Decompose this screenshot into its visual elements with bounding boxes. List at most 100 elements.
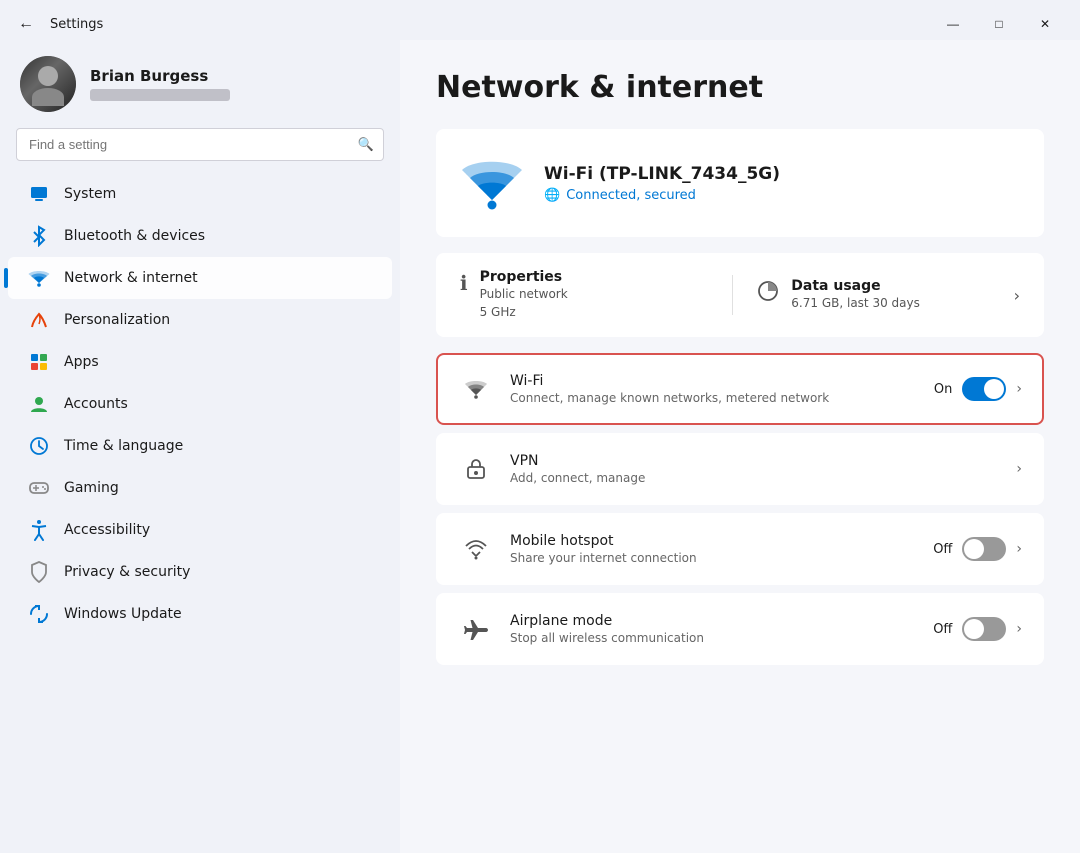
- vpn-chevron: ›: [1016, 461, 1022, 477]
- properties-line1: Public network: [480, 285, 568, 303]
- vpn-setting-description: Add, connect, manage: [510, 471, 1000, 485]
- wifi-hero-card: Wi-Fi (TP-LINK_7434_5G) 🌐 Connected, sec…: [436, 129, 1044, 237]
- accounts-icon: [28, 393, 50, 415]
- user-name: Brian Burgess: [90, 67, 230, 85]
- airplane-setting-description: Stop all wireless communication: [510, 631, 917, 645]
- airplane-setting-right: Off ›: [933, 617, 1022, 641]
- app-title: Settings: [50, 17, 103, 32]
- sidebar-item-network[interactable]: Network & internet: [8, 257, 392, 299]
- window-controls: — □ ✕: [930, 8, 1068, 40]
- wifi-setting-text: Wi-Fi Connect, manage known networks, me…: [510, 373, 918, 405]
- sidebar-item-system[interactable]: System: [8, 173, 392, 215]
- accessibility-icon: [28, 519, 50, 541]
- sidebar-item-personalization[interactable]: Personalization: [8, 299, 392, 341]
- vpn-setting-row[interactable]: VPN Add, connect, manage ›: [438, 435, 1042, 503]
- properties-line2: 5 GHz: [480, 303, 568, 321]
- sidebar-item-accounts-label: Accounts: [64, 396, 128, 412]
- airplane-toggle[interactable]: [962, 617, 1006, 641]
- vpn-settings-card: VPN Add, connect, manage ›: [436, 433, 1044, 505]
- back-icon: ←: [18, 15, 34, 32]
- maximize-button[interactable]: □: [976, 8, 1022, 40]
- sidebar-item-time-label: Time & language: [64, 438, 183, 454]
- airplane-setting-row[interactable]: Airplane mode Stop all wireless communic…: [438, 595, 1042, 663]
- main-content: Network & internet Wi-Fi (TP-LINK_7434_5…: [400, 40, 1080, 853]
- back-button[interactable]: ←: [12, 11, 40, 37]
- hotspot-setting-text: Mobile hotspot Share your internet conne…: [510, 533, 917, 565]
- wifi-toggle[interactable]: [962, 377, 1006, 401]
- airplane-toggle-thumb: [964, 619, 984, 639]
- data-usage-item[interactable]: Data usage 6.71 GB, last 30 days: [757, 278, 1005, 312]
- sidebar-item-privacy[interactable]: Privacy & security: [8, 551, 392, 593]
- wifi-toggle-label: On: [934, 382, 952, 397]
- properties-divider: [732, 275, 733, 315]
- minimize-button[interactable]: —: [930, 8, 976, 40]
- airplane-setting-text: Airplane mode Stop all wireless communic…: [510, 613, 917, 645]
- user-section: Brian Burgess: [0, 40, 400, 128]
- personalization-icon: [28, 309, 50, 331]
- properties-row: ℹ Properties Public network 5 GHz Data u…: [436, 253, 1044, 337]
- wifi-setting-description: Connect, manage known networks, metered …: [510, 391, 918, 405]
- sidebar-item-apps[interactable]: Apps: [8, 341, 392, 383]
- search-icon: 🔍: [358, 137, 374, 152]
- vpn-setting-label: VPN: [510, 453, 1000, 469]
- user-info: Brian Burgess: [90, 67, 230, 101]
- sidebar-item-personalization-label: Personalization: [64, 312, 170, 328]
- sidebar-item-network-label: Network & internet: [64, 270, 198, 286]
- hotspot-setting-description: Share your internet connection: [510, 551, 917, 565]
- data-usage-text: Data usage 6.71 GB, last 30 days: [791, 278, 920, 312]
- wifi-chevron: ›: [1016, 381, 1022, 397]
- sidebar-item-gaming[interactable]: Gaming: [8, 467, 392, 509]
- hotspot-toggle-thumb: [964, 539, 984, 559]
- update-icon: [28, 603, 50, 625]
- wifi-setting-right: On ›: [934, 377, 1022, 401]
- nav-list: System Bluetooth & devices: [0, 173, 400, 635]
- globe-icon: 🌐: [544, 188, 560, 203]
- hotspot-toggle[interactable]: [962, 537, 1006, 561]
- properties-item[interactable]: ℹ Properties Public network 5 GHz: [460, 269, 708, 321]
- hotspot-settings-card: Mobile hotspot Share your internet conne…: [436, 513, 1044, 585]
- properties-text: Properties Public network 5 GHz: [480, 269, 568, 321]
- avatar-image: [20, 56, 76, 112]
- page-title: Network & internet: [436, 70, 1044, 105]
- hotspot-setting-icon: [458, 531, 494, 567]
- vpn-setting-icon: [458, 451, 494, 487]
- data-usage-icon: [757, 280, 779, 307]
- sidebar-item-system-label: System: [64, 186, 116, 202]
- sidebar-item-windows-update-label: Windows Update: [64, 606, 182, 622]
- time-icon: [28, 435, 50, 457]
- user-email-blurred: [90, 89, 230, 101]
- sidebar-item-bluetooth[interactable]: Bluetooth & devices: [8, 215, 392, 257]
- sidebar-item-time[interactable]: Time & language: [8, 425, 392, 467]
- hotspot-setting-label: Mobile hotspot: [510, 533, 917, 549]
- hero-info: Wi-Fi (TP-LINK_7434_5G) 🌐 Connected, sec…: [544, 164, 780, 203]
- hotspot-setting-right: Off ›: [933, 537, 1022, 561]
- sidebar-item-accounts[interactable]: Accounts: [8, 383, 392, 425]
- properties-label: Properties: [480, 269, 568, 285]
- apps-icon: [28, 351, 50, 373]
- privacy-icon: [28, 561, 50, 583]
- sidebar-item-privacy-label: Privacy & security: [64, 564, 190, 580]
- wifi-hero-icon: [460, 151, 524, 215]
- airplane-setting-label: Airplane mode: [510, 613, 917, 629]
- info-icon: ℹ: [460, 271, 468, 295]
- vpn-setting-text: VPN Add, connect, manage: [510, 453, 1000, 485]
- hero-network-name: Wi-Fi (TP-LINK_7434_5G): [544, 164, 780, 184]
- hotspot-toggle-label: Off: [933, 542, 952, 557]
- airplane-setting-icon: [458, 611, 494, 647]
- hotspot-setting-row[interactable]: Mobile hotspot Share your internet conne…: [438, 515, 1042, 583]
- wifi-settings-card: Wi-Fi Connect, manage known networks, me…: [436, 353, 1044, 425]
- sidebar-item-gaming-label: Gaming: [64, 480, 119, 496]
- airplane-settings-card: Airplane mode Stop all wireless communic…: [436, 593, 1044, 665]
- close-button[interactable]: ✕: [1022, 8, 1068, 40]
- wifi-setting-row[interactable]: Wi-Fi Connect, manage known networks, me…: [438, 355, 1042, 423]
- wifi-toggle-thumb: [984, 379, 1004, 399]
- airplane-chevron: ›: [1016, 621, 1022, 637]
- sidebar-item-accessibility[interactable]: Accessibility: [8, 509, 392, 551]
- system-icon: [28, 183, 50, 205]
- sidebar-item-windows-update[interactable]: Windows Update: [8, 593, 392, 635]
- search-box: 🔍: [16, 128, 384, 161]
- search-input[interactable]: [16, 128, 384, 161]
- sidebar-item-accessibility-label: Accessibility: [64, 522, 150, 538]
- sidebar: Brian Burgess 🔍 System: [0, 40, 400, 853]
- bluetooth-icon: [28, 225, 50, 247]
